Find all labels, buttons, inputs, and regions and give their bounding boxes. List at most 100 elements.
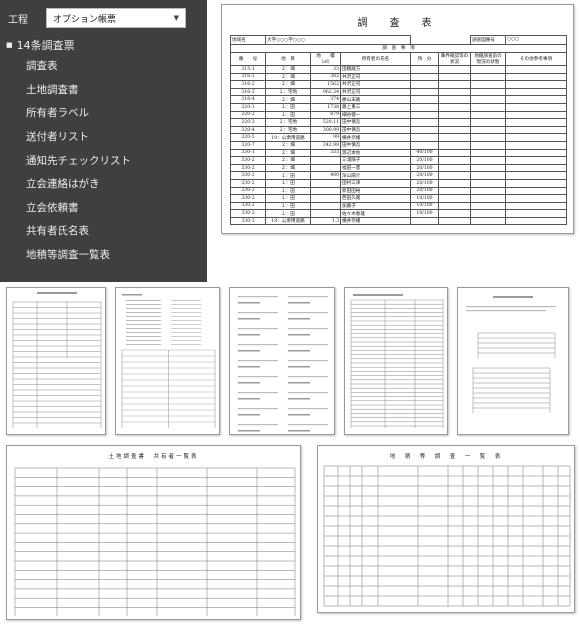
area-label: 地域名 (230, 35, 266, 45)
survey-cell: 19：公衆用道路 (265, 133, 311, 142)
survey-title: 調 査 表 (357, 18, 438, 29)
survey-cell (310, 209, 341, 218)
survey-cell (505, 65, 567, 74)
survey-cell: 三浦陽子 (340, 156, 411, 165)
survey-cell (438, 87, 471, 97)
menu-item-chosahyo[interactable]: 調査表 (0, 54, 207, 78)
thumb-sender-list[interactable] (229, 287, 335, 435)
survey-cell (470, 209, 506, 218)
survey-cell: 田中慎吾 (340, 118, 411, 127)
survey-cell: 1562 (310, 80, 341, 89)
survey-cell: 320-5 (230, 133, 266, 142)
thumb-tochi-chosasho[interactable] (6, 287, 106, 435)
survey-row: 320-7 ２：畑 342.98 田中慎吾 (230, 140, 567, 150)
survey-cell (470, 186, 506, 196)
survey-header-row: 番 号 地 目 地 積 （㎡） 所有者の氏名 持 分 筆界確認等の状況 地籍調査… (230, 52, 567, 66)
survey-cell: 374 (310, 95, 341, 104)
menu-item-label: 土地調査書 (26, 83, 79, 96)
survey-cell (505, 178, 567, 188)
survey-cell: 10/100 (410, 201, 439, 211)
survey-cell (505, 95, 567, 104)
survey-cell: 福田一彦 (340, 163, 411, 173)
survey-cell (410, 110, 439, 120)
survey-cell: 勝山末路 (340, 95, 411, 104)
survey-cell: 316-1 (230, 72, 266, 82)
survey-cell (505, 140, 567, 150)
survey-cell: 316-2 (230, 80, 266, 89)
page-thumbnail-graphic (121, 294, 216, 428)
survey-cell (470, 118, 506, 127)
survey-cell (438, 178, 471, 188)
survey-row: 330-1 ２：畑 333 渡辺本佐 40/100 (230, 148, 567, 158)
survey-cell (470, 72, 506, 82)
survey-cell: １：田 (265, 194, 311, 203)
survey-cell: 320-4 (230, 125, 266, 135)
survey-cell (505, 171, 567, 180)
number-value: ○○○ (505, 35, 567, 45)
process-select-value: オプション帳票 (53, 14, 117, 25)
thumb-notice-checklist[interactable] (344, 287, 448, 435)
menu-item-postcard[interactable]: 立会連絡はがき (0, 172, 207, 196)
survey-cell: 横井奈緒 (340, 133, 411, 142)
menu-item-sender-list[interactable]: 送付者リスト (0, 125, 207, 149)
survey-cell: ２：畑 (265, 80, 311, 89)
thumb-owner-label[interactable] (115, 287, 220, 435)
menu-item-label: 立会連絡はがき (26, 178, 100, 191)
col-header: 番 号 (230, 52, 266, 66)
menu-item-label: 地積等調査一覧表 (26, 249, 110, 262)
survey-cell (470, 87, 506, 97)
survey-cell (438, 80, 471, 89)
process-select[interactable]: オプション帳票 ▼ (46, 8, 186, 28)
menu-item-tochi-chosasho[interactable]: 土地調査書 (0, 78, 207, 102)
survey-cell: 加藤子 (340, 201, 411, 211)
survey-cell: 330-2 (230, 163, 266, 173)
survey-cell: 新田田裕 (340, 186, 411, 196)
menu-item-label: 所有者ラベル (26, 107, 89, 120)
number-label: 調査図番号 (470, 35, 506, 45)
survey-cell (470, 125, 506, 135)
survey-cell: 330-2 (230, 171, 266, 180)
survey-cell (438, 171, 471, 180)
section-header: 調 査 事 項 (230, 43, 567, 53)
survey-cell (470, 178, 506, 188)
survey-cell (470, 102, 506, 112)
menu-item-notice-checklist[interactable]: 通知先チェックリスト (0, 148, 207, 172)
menu-item-area-survey-list[interactable]: 地積等調査一覧表 (0, 243, 207, 267)
survey-cell (505, 209, 567, 218)
thumb-request-letter[interactable] (457, 287, 569, 435)
survey-cell: ２：畑 (265, 148, 311, 158)
menu-item-owner-label[interactable]: 所有者ラベル (0, 101, 207, 125)
survey-row: 316-4 ２：畑 374 勝山末路 (230, 95, 567, 104)
survey-cell (410, 72, 439, 82)
survey-cell: 300.99 (310, 125, 341, 135)
survey-cell: 20/100 (410, 171, 439, 180)
survey-cell: １：田 (265, 209, 311, 218)
survey-cell: ２：畑 (265, 65, 311, 74)
survey-table-preview: 調 査 表 地域名 大字○○○字○○○ 調査図番号 ○○○ 調 査 事 項 番 … (221, 4, 574, 234)
survey-row: 330-2 １：田 佐々木春雄 10/100 (230, 209, 567, 218)
survey-row: 316-1 ２：畑 382 井沢正司 (230, 72, 567, 82)
col-header: 地 目 (265, 52, 311, 66)
survey-cell (410, 87, 439, 97)
survey-cell (505, 118, 567, 127)
survey-cell (505, 133, 567, 142)
menu-item-co-owner-table[interactable]: 共有者氏名表 (0, 219, 207, 243)
survey-cell (438, 140, 471, 150)
survey-cell (505, 102, 567, 112)
survey-cell: 320-7 (230, 140, 266, 150)
survey-cell (470, 163, 506, 173)
col-header: 筆界確認等の状況 (438, 52, 471, 66)
survey-cell: １：田 (265, 186, 311, 196)
menu-item-label: 通知先チェックリスト (26, 154, 131, 167)
survey-cell (505, 216, 567, 226)
survey-cell: 細谷健一 (340, 110, 411, 120)
survey-cell: 19：公衆用道路 (265, 216, 311, 226)
menu-section-14jo[interactable]: ■ 14条調査票 (0, 36, 207, 54)
page-thumbnail-graphic (466, 296, 556, 413)
survey-cell (505, 87, 567, 97)
survey-cell (505, 163, 567, 173)
menu-item-request-letter[interactable]: 立会依頼書 (0, 196, 207, 220)
survey-cell: 320-3 (230, 118, 266, 127)
survey-cell: 520.11 (310, 118, 341, 127)
survey-cell (505, 72, 567, 82)
